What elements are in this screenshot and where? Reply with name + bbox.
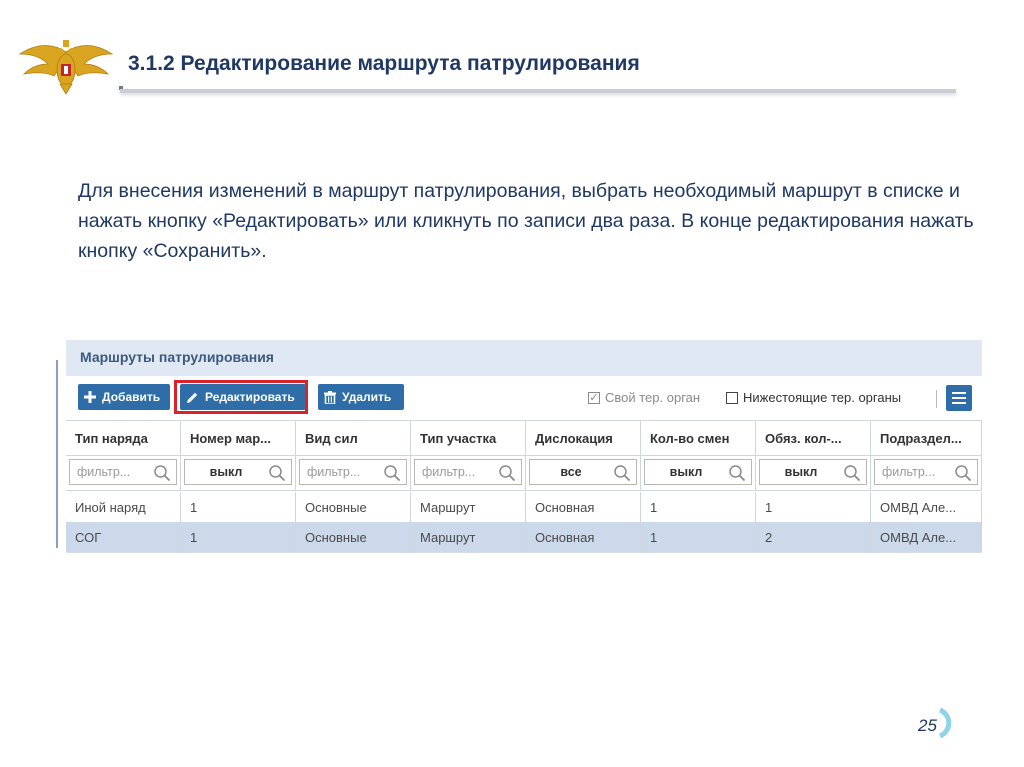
filter-value: выкл	[209, 465, 243, 479]
cell-col-type: СОГ	[66, 522, 181, 552]
page-arc-icon	[938, 707, 952, 739]
cell-col-required: 2	[756, 522, 871, 552]
search-icon	[499, 465, 516, 482]
toolbar-divider	[936, 390, 937, 408]
cell-col-shifts: 1	[641, 492, 756, 522]
header-col-required[interactable]: Обяз. кол-...	[756, 421, 871, 455]
filter-input[interactable]: фильтр...	[299, 459, 407, 485]
edit-button-highlight	[174, 380, 308, 414]
cell-col-type: Иной наряд	[66, 492, 181, 522]
cell-col-route-number: 1	[181, 492, 296, 522]
table-row[interactable]: Иной наряд 1 Основные Маршрут Основная 1 1 ОМВД…	[66, 492, 982, 523]
filter-input[interactable]: выкл	[759, 459, 867, 485]
filter-cell-col-dislocation: все	[526, 454, 641, 490]
search-icon	[844, 465, 861, 482]
cell-col-dislocation: Основная	[526, 492, 641, 522]
cell-col-shifts: 1	[641, 522, 756, 552]
header-col-area-type[interactable]: Тип участка	[411, 421, 526, 455]
cell-col-required: 1	[756, 492, 871, 522]
cell-col-unit: ОМВД Але...	[871, 492, 982, 522]
cell-col-force-type: Основные	[296, 522, 411, 552]
header-col-shifts[interactable]: Кол-во смен	[641, 421, 756, 455]
search-icon	[384, 465, 401, 482]
filter-value: выкл	[784, 465, 818, 479]
panel-title: Маршруты патрулирования	[80, 349, 274, 365]
header-col-dislocation[interactable]: Дислокация	[526, 421, 641, 455]
filter-value: фильтр...	[307, 465, 361, 479]
filter-cell-col-shifts: выкл	[641, 454, 756, 490]
header-col-unit[interactable]: Подраздел...	[871, 421, 982, 455]
filter-input[interactable]: выкл	[184, 459, 292, 485]
filter-value: все	[560, 465, 582, 479]
own-org-label: Свой тер. орган	[605, 390, 701, 405]
filter-value: фильтр...	[422, 465, 476, 479]
cell-col-force-type: Основные	[296, 492, 411, 522]
filter-cell-col-route-number: выкл	[181, 454, 296, 490]
filter-value: фильтр...	[77, 465, 131, 479]
cell-col-area-type: Маршрут	[411, 522, 526, 552]
cell-col-route-number: 1	[181, 522, 296, 552]
filter-cell-col-unit: фильтр...	[871, 454, 982, 490]
routes-window: Маршруты патрулирования Добавить Редакти…	[66, 340, 982, 553]
filter-input[interactable]: фильтр...	[414, 459, 522, 485]
sub-orgs-label: Нижестоящие тер. органы	[743, 390, 902, 405]
search-icon	[614, 465, 631, 482]
emblem-icon	[16, 34, 116, 96]
search-icon	[955, 465, 972, 482]
delete-button-label: Удалить	[342, 390, 392, 404]
search-icon	[729, 465, 746, 482]
table-row[interactable]: СОГ 1 Основные Маршрут Основная 1 2 ОМВД Але...	[66, 522, 982, 553]
filter-input[interactable]: фильтр...	[69, 459, 177, 485]
grid-header: Тип наряда Номер мар... Вид сил Тип участка…	[66, 420, 982, 456]
cell-col-dislocation: Основная	[526, 522, 641, 552]
page-number: 25	[918, 716, 937, 735]
trash-icon	[324, 390, 336, 404]
slide-title: 3.1.2 Редактирование маршрута патрулиров…	[128, 52, 640, 75]
header-col-force-type[interactable]: Вид сил	[296, 421, 411, 455]
checkbox-empty-icon	[726, 391, 738, 404]
filter-cell-col-force-type: фильтр...	[296, 454, 411, 490]
own-org-checkbox[interactable]: ✓ Свой тер. орган	[588, 390, 700, 405]
filter-input[interactable]: все	[529, 459, 637, 485]
filter-input[interactable]: выкл	[644, 459, 752, 485]
filter-cell-col-required: выкл	[756, 454, 871, 490]
filter-input[interactable]: фильтр...	[874, 459, 978, 485]
screenshot-edge	[56, 360, 58, 548]
title-underline	[120, 89, 956, 93]
instruction-paragraph: Для внесения изменений в маршрут патрули…	[78, 180, 974, 262]
search-icon	[269, 465, 286, 482]
menu-button[interactable]	[946, 385, 972, 411]
search-icon	[154, 465, 171, 482]
cell-col-area-type: Маршрут	[411, 492, 526, 522]
filter-cell-col-type: фильтр...	[66, 454, 181, 490]
header-col-route-number[interactable]: Номер мар...	[181, 421, 296, 455]
filter-value: фильтр...	[882, 465, 936, 479]
plus-icon	[84, 391, 96, 403]
filter-cell-col-area-type: фильтр...	[411, 454, 526, 490]
hamburger-icon	[952, 392, 966, 394]
header-col-type[interactable]: Тип наряда	[66, 421, 181, 455]
grid-filter-row: фильтр... выкл фильтр... фильтр... все выкл вы…	[66, 454, 982, 491]
checkmark-icon: ✓	[588, 391, 600, 404]
delete-button[interactable]: Удалить	[318, 384, 404, 410]
cell-col-unit: ОМВД Але...	[871, 522, 982, 552]
filter-value: выкл	[669, 465, 703, 479]
panel-header: Маршруты патрулирования	[66, 340, 982, 376]
add-button[interactable]: Добавить	[78, 384, 170, 410]
add-button-label: Добавить	[102, 390, 161, 404]
sub-orgs-checkbox[interactable]: Нижестоящие тер. органы	[726, 390, 901, 405]
